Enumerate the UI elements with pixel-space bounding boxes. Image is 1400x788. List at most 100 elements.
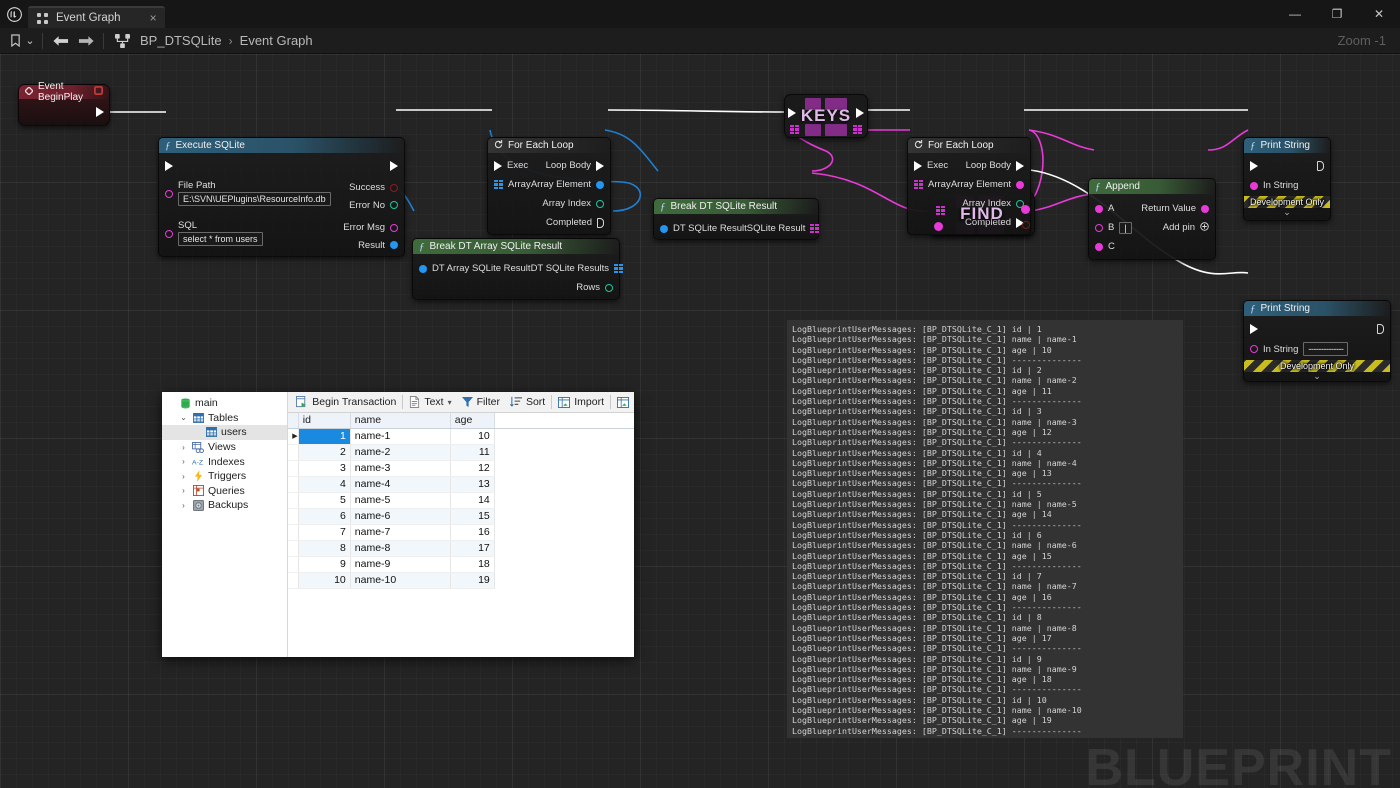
cell-name[interactable]: name-1 [350, 428, 450, 444]
found-out-pin[interactable] [1022, 221, 1030, 229]
table-row[interactable]: 3name-312 [288, 460, 634, 476]
cell-id[interactable]: 7 [298, 524, 350, 540]
db-toolbar-import-button[interactable]: Import [553, 392, 609, 413]
exec-out-pin[interactable] [390, 161, 398, 171]
exec-out-pin[interactable] [96, 107, 104, 117]
node-for-each-loop-1[interactable]: For Each Loop Exec Loop Body Array Array… [487, 137, 611, 235]
exec-in-pin[interactable] [1250, 161, 1258, 171]
cell-name[interactable]: name-3 [350, 460, 450, 476]
array-in-pin[interactable] [494, 180, 503, 189]
cell-name[interactable]: name-7 [350, 524, 450, 540]
node-print-string-2[interactable]: ƒ Print String In String -------------- … [1243, 300, 1391, 382]
exec-out-pin[interactable] [856, 108, 864, 118]
tree-twisty-icon[interactable]: › [179, 472, 188, 481]
plus-circle-icon[interactable] [1200, 222, 1209, 234]
node-break-dt-array-sqlite-result[interactable]: ƒ Break DT Array SQLite Result DT Array … [412, 238, 620, 300]
node-print-string-1[interactable]: ƒ Print String In String Development Onl… [1243, 137, 1331, 221]
output-log-panel[interactable]: LogBlueprintUserMessages: [BP_DTSQLite_C… [787, 320, 1183, 738]
expand-chevron-icon[interactable]: ⌄ [1244, 372, 1390, 380]
db-object-tree[interactable]: main⌄Tablesusers›Views›A-ZIndexes›Trigge… [162, 392, 288, 657]
table-row[interactable]: ▶1name-110 [288, 428, 634, 444]
in-string-pin[interactable] [1250, 182, 1258, 190]
cell-age[interactable]: 11 [450, 444, 494, 460]
column-header-name[interactable]: name [350, 413, 450, 428]
cell-age[interactable]: 18 [450, 556, 494, 572]
table-row[interactable]: 9name-918 [288, 556, 634, 572]
in-string-input[interactable]: -------------- [1303, 342, 1348, 356]
cell-id[interactable]: 9 [298, 556, 350, 572]
cell-name[interactable]: name-4 [350, 476, 450, 492]
tree-twisty-icon[interactable]: › [179, 443, 188, 452]
tree-item-backups[interactable]: ›Backups [162, 498, 287, 513]
exec-out-pin[interactable] [1377, 324, 1384, 334]
dt-array-sqlite-result-in-pin[interactable] [419, 265, 427, 273]
graph-icon[interactable] [108, 28, 136, 54]
tree-item-indexes[interactable]: ›A-ZIndexes [162, 454, 287, 469]
exec-out-pin[interactable] [1317, 161, 1324, 171]
table-row[interactable]: 4name-413 [288, 476, 634, 492]
table-row[interactable]: 7name-716 [288, 524, 634, 540]
exec-in-pin[interactable] [788, 108, 796, 118]
forward-arrow-icon[interactable] [73, 28, 99, 54]
map-in-pin[interactable] [936, 206, 945, 215]
db-toolbar-begin-transaction-button[interactable]: Begin Transaction [291, 392, 401, 413]
db-table[interactable]: idnameage ▶1name-1102name-2113name-3124n… [288, 413, 634, 589]
editor-tab-event-graph[interactable]: Event Graph × [28, 6, 165, 28]
cell-age[interactable]: 10 [450, 428, 494, 444]
error-no-out-pin[interactable] [390, 201, 398, 209]
add-pin-label[interactable]: Add pin [1163, 222, 1195, 233]
in-string-pin[interactable] [1250, 345, 1258, 353]
tree-item-main[interactable]: main [162, 396, 287, 411]
node-break-dt-sqlite-result[interactable]: ƒ Break DT SQLite Result DT SQLite Resul… [653, 198, 819, 240]
value-out-pin[interactable] [1021, 205, 1030, 214]
loop-body-out-pin[interactable] [596, 161, 604, 171]
column-header-age[interactable]: age [450, 413, 494, 428]
cell-id[interactable]: 3 [298, 460, 350, 476]
cell-age[interactable]: 19 [450, 572, 494, 588]
completed-out-pin[interactable] [597, 218, 604, 228]
close-icon[interactable]: × [150, 11, 157, 25]
sql-input[interactable]: select * from users [178, 232, 263, 246]
sql-in-pin[interactable] [165, 230, 173, 238]
minimize-button[interactable]: — [1274, 0, 1316, 28]
expand-chevron-icon[interactable]: ⌄ [1244, 208, 1330, 216]
dt-sqlite-result-in-pin[interactable] [660, 225, 668, 233]
exec-in-pin[interactable] [494, 161, 502, 171]
tree-item-views[interactable]: ›Views [162, 440, 287, 455]
cell-age[interactable]: 13 [450, 476, 494, 492]
sqlite-result-out-pin[interactable] [810, 224, 819, 233]
cell-age[interactable]: 17 [450, 540, 494, 556]
exec-in-pin[interactable] [165, 161, 173, 171]
array-index-out-pin[interactable] [596, 200, 604, 208]
db-toolbar-sort-button[interactable]: Sort [505, 392, 550, 413]
bookmark-icon[interactable] [0, 28, 22, 54]
tree-item-users[interactable]: users [162, 425, 287, 440]
cell-name[interactable]: name-2 [350, 444, 450, 460]
tree-twisty-icon[interactable]: › [179, 486, 188, 495]
success-out-pin[interactable] [390, 184, 398, 192]
table-row[interactable]: 2name-211 [288, 444, 634, 460]
file-path-input[interactable]: E:\SVN\UEPlugins\ResourceInfo.db [178, 192, 331, 206]
cell-id[interactable]: 6 [298, 508, 350, 524]
db-data-grid[interactable]: idnameage ▶1name-1102name-2113name-3124n… [288, 413, 634, 657]
node-event-begin-play[interactable]: Event BeginPlay [18, 84, 110, 126]
cell-id[interactable]: 8 [298, 540, 350, 556]
error-msg-out-pin[interactable] [390, 224, 398, 232]
maximize-button[interactable]: ❐ [1316, 0, 1358, 28]
db-toolbar-text-button[interactable]: Text▾ [404, 392, 456, 413]
a-in-pin[interactable] [1095, 205, 1103, 213]
db-toolbar-overflow-button[interactable] [612, 392, 634, 413]
cell-id[interactable]: 2 [298, 444, 350, 460]
return-value-out-pin[interactable] [1201, 205, 1209, 213]
exec-in-pin[interactable] [914, 161, 922, 171]
cell-name[interactable]: name-5 [350, 492, 450, 508]
cell-name[interactable]: name-9 [350, 556, 450, 572]
key-in-pin[interactable] [934, 222, 943, 231]
rows-out-pin[interactable] [605, 284, 613, 292]
database-browser-window[interactable]: main⌄Tablesusers›Views›A-ZIndexes›Trigge… [162, 392, 634, 657]
back-arrow-icon[interactable] [47, 28, 73, 54]
column-header-id[interactable]: id [298, 413, 350, 428]
delegate-pin-icon[interactable] [94, 86, 103, 98]
tree-item-queries[interactable]: ›Queries [162, 484, 287, 499]
node-execute-sqlite[interactable]: ƒ Execute SQLite File Path E:\SVN\UEPlug… [158, 137, 405, 257]
